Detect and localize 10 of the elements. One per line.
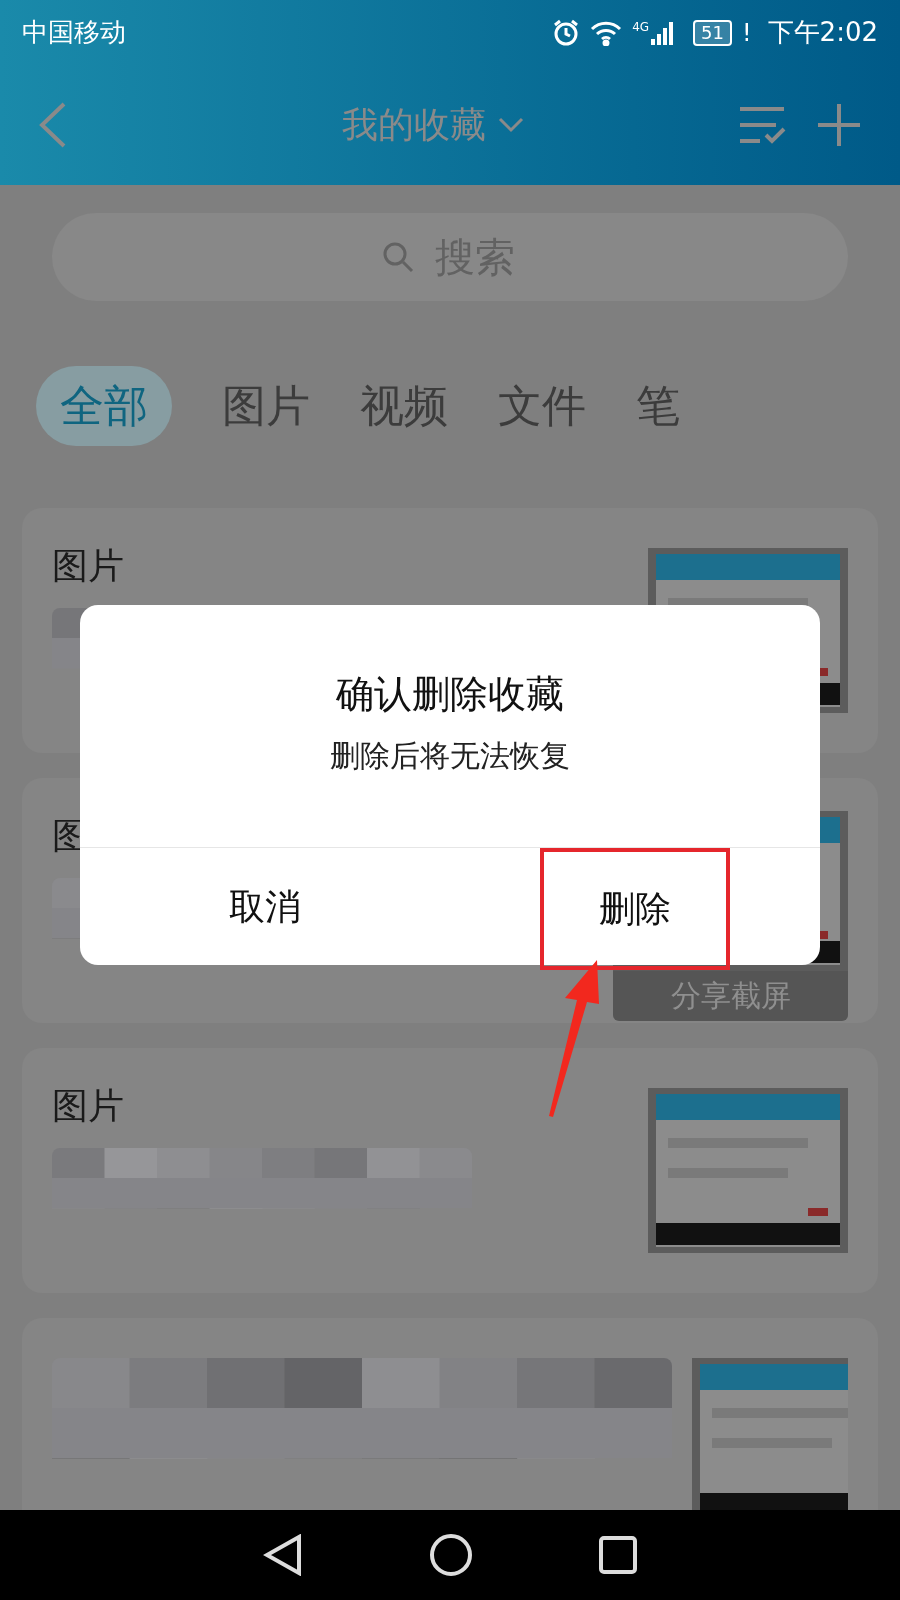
card-title: 图片 [52,1088,125,1124]
network-label: 4G [632,20,650,33]
clock: 下午2:02 [767,16,878,49]
thumbnail-caption: 分享截屏 [669,977,792,1015]
dialog-title: 确认删除收藏 [336,675,564,713]
battery-indicator: 51 [693,19,732,46]
carrier-name: 中国移动 [22,16,126,49]
dialog-message: 删除后将无法恢复 [330,741,570,771]
alert-mark: ! [742,17,752,49]
card-title: 图片 [52,548,125,584]
